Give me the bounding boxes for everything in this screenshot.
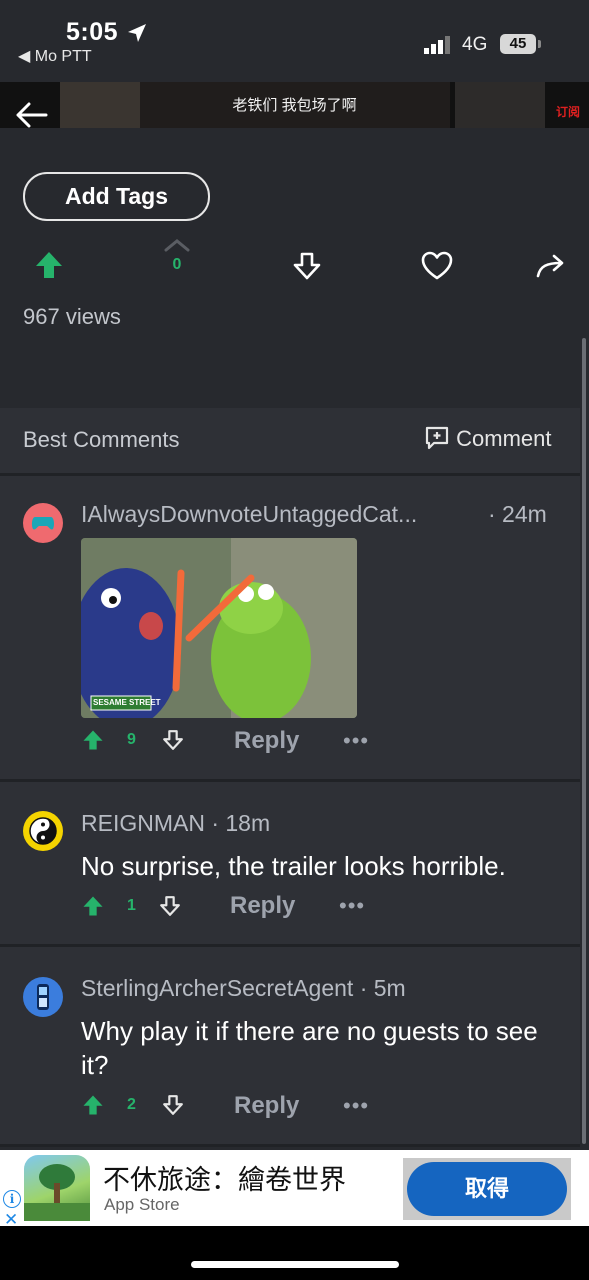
ad-title[interactable]: 不休旅途：繪卷世界	[103, 1158, 346, 1197]
downvote-icon[interactable]	[162, 729, 184, 751]
comment-username[interactable]: IAlwaysDownvoteUntaggedCat...	[81, 501, 417, 528]
reply-button[interactable]: Reply	[230, 892, 295, 920]
divider	[0, 779, 580, 782]
comment-vote-count: 9	[127, 731, 136, 748]
comment-username[interactable]: REIGNMAN · 18m	[81, 810, 270, 837]
ad-info-icon[interactable]: i	[3, 1190, 21, 1208]
gif-watermark: SESAME STREET	[93, 698, 161, 707]
comment-username[interactable]: SterlingArcherSecretAgent · 5m	[81, 975, 406, 1002]
share-icon[interactable]	[535, 253, 567, 279]
ad-app-icon[interactable]	[24, 1155, 90, 1221]
comment-time: · 18m	[211, 810, 271, 836]
username-text: REIGNMAN	[81, 810, 205, 836]
comment-time: · 5m	[359, 975, 406, 1001]
downvote-icon[interactable]	[162, 1094, 184, 1116]
add-tags-button[interactable]: Add Tags	[23, 172, 210, 221]
network-type: 4G	[462, 34, 488, 55]
comment-text: No surprise, the trailer looks horrible.	[81, 851, 506, 881]
view-count: 967 views	[23, 304, 121, 329]
downvote-icon[interactable]	[159, 895, 181, 917]
back-to-app-link[interactable]: ◀ Mo PTT	[18, 46, 92, 66]
comment-text: Why play it if there are no guests to se…	[81, 1016, 538, 1080]
best-comments-sort[interactable]: Best Comments	[23, 427, 180, 453]
battery-indicator: 45	[500, 34, 536, 54]
avatar[interactable]	[23, 503, 63, 543]
upvote-icon[interactable]	[82, 729, 104, 751]
reply-button[interactable]: Reply	[234, 727, 299, 755]
phone-icon	[37, 984, 49, 1010]
gif-image	[81, 538, 357, 718]
video-caption: 老铁们 我包场了啊	[232, 97, 357, 114]
more-options-button[interactable]: •••	[339, 893, 365, 919]
comment-vote-count: 1	[127, 897, 136, 914]
upvote-icon[interactable]	[34, 250, 64, 280]
video-subscribe-badge: 订阅	[556, 105, 581, 119]
ad-get-button[interactable]: 取得	[407, 1162, 567, 1216]
yin-yang-icon	[29, 817, 57, 845]
more-options-button[interactable]: •••	[343, 728, 369, 754]
scrollbar[interactable]	[582, 338, 586, 1144]
comment-time: · 24m	[488, 501, 547, 527]
comment-vote-count: 2	[127, 1096, 136, 1113]
location-arrow-icon	[128, 24, 146, 42]
comment-button-label: Comment	[456, 426, 552, 451]
comment-plus-icon	[425, 426, 449, 450]
battery-tip	[538, 40, 541, 48]
back-arrow-icon[interactable]	[14, 100, 48, 130]
upvote-icon[interactable]	[82, 1094, 104, 1116]
post-vote-count: 0	[172, 256, 182, 273]
cell-signal-icon	[424, 36, 450, 54]
divider	[0, 473, 580, 476]
status-time: 5:05	[66, 18, 119, 46]
chevron-up-icon	[164, 239, 190, 252]
reply-button[interactable]: Reply	[234, 1092, 299, 1120]
divider	[0, 944, 580, 947]
home-indicator[interactable]	[191, 1261, 399, 1268]
comment-gif[interactable]: SESAME STREET	[81, 538, 357, 718]
avatar[interactable]	[23, 811, 63, 851]
ad-subtitle: App Store	[104, 1195, 180, 1214]
home-area	[0, 1226, 589, 1280]
avatar[interactable]	[23, 977, 63, 1017]
divider	[0, 1144, 580, 1147]
tree-icon	[24, 1164, 90, 1221]
gamepad-icon	[31, 517, 55, 530]
downvote-icon[interactable]	[292, 251, 322, 281]
username-text: SterlingArcherSecretAgent	[81, 975, 354, 1001]
add-comment-button[interactable]: Comment	[424, 425, 551, 452]
heart-icon[interactable]	[421, 251, 453, 281]
more-options-button[interactable]: •••	[343, 1093, 369, 1119]
upvote-icon[interactable]	[82, 895, 104, 917]
